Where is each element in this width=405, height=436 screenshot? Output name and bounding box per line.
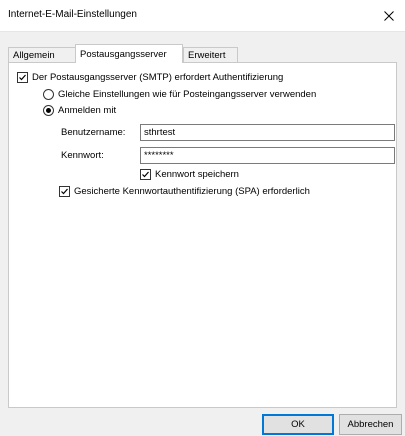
smtp-auth-checkbox[interactable] (17, 72, 28, 83)
logon-with-radio[interactable] (43, 105, 54, 116)
username-label: Benutzername: (61, 127, 126, 138)
close-button[interactable] (373, 0, 405, 32)
spa-row[interactable]: Gesicherte Kennwortauthentifizierung (SP… (59, 186, 310, 197)
smtp-auth-row[interactable]: Der Postausgangsserver (SMTP) erfordert … (17, 72, 283, 83)
tab-allgemein[interactable]: Allgemein (8, 47, 76, 63)
same-settings-row[interactable]: Gleiche Einstellungen wie für Posteingan… (43, 89, 316, 100)
title-bar: Internet-E-Mail-Einstellungen (0, 0, 405, 32)
remember-password-label: Kennwort speichern (155, 169, 239, 180)
dialog-window: Internet-E-Mail-Einstellungen Allgemein … (0, 0, 405, 436)
logon-with-row[interactable]: Anmelden mit (43, 105, 116, 116)
spa-label: Gesicherte Kennwortauthentifizierung (SP… (74, 186, 310, 197)
same-settings-radio[interactable] (43, 89, 54, 100)
cancel-button[interactable]: Abbrechen (339, 414, 402, 435)
remember-password-row[interactable]: Kennwort speichern (140, 169, 239, 180)
remember-password-checkbox[interactable] (140, 169, 151, 180)
logon-with-label: Anmelden mit (58, 105, 117, 116)
smtp-auth-label: Der Postausgangsserver (SMTP) erfordert … (32, 72, 284, 83)
tab-postausgangsserver[interactable]: Postausgangsserver (75, 44, 183, 63)
same-settings-label: Gleiche Einstellungen wie für Posteingan… (58, 89, 317, 100)
password-label: Kennwort: (61, 150, 104, 161)
window-title: Internet-E-Mail-Einstellungen (8, 9, 137, 20)
ok-button[interactable]: OK (262, 414, 334, 435)
close-icon (384, 11, 394, 21)
username-field[interactable]: sthrtest (140, 124, 395, 141)
password-field[interactable]: ******** (140, 147, 395, 164)
check-icon (142, 171, 149, 178)
radio-selected-dot (46, 108, 51, 113)
spa-checkbox[interactable] (59, 186, 70, 197)
check-icon (61, 188, 68, 195)
tab-erweitert[interactable]: Erweitert (183, 47, 238, 63)
check-icon (19, 74, 26, 81)
tab-panel: Der Postausgangsserver (SMTP) erfordert … (8, 62, 397, 408)
